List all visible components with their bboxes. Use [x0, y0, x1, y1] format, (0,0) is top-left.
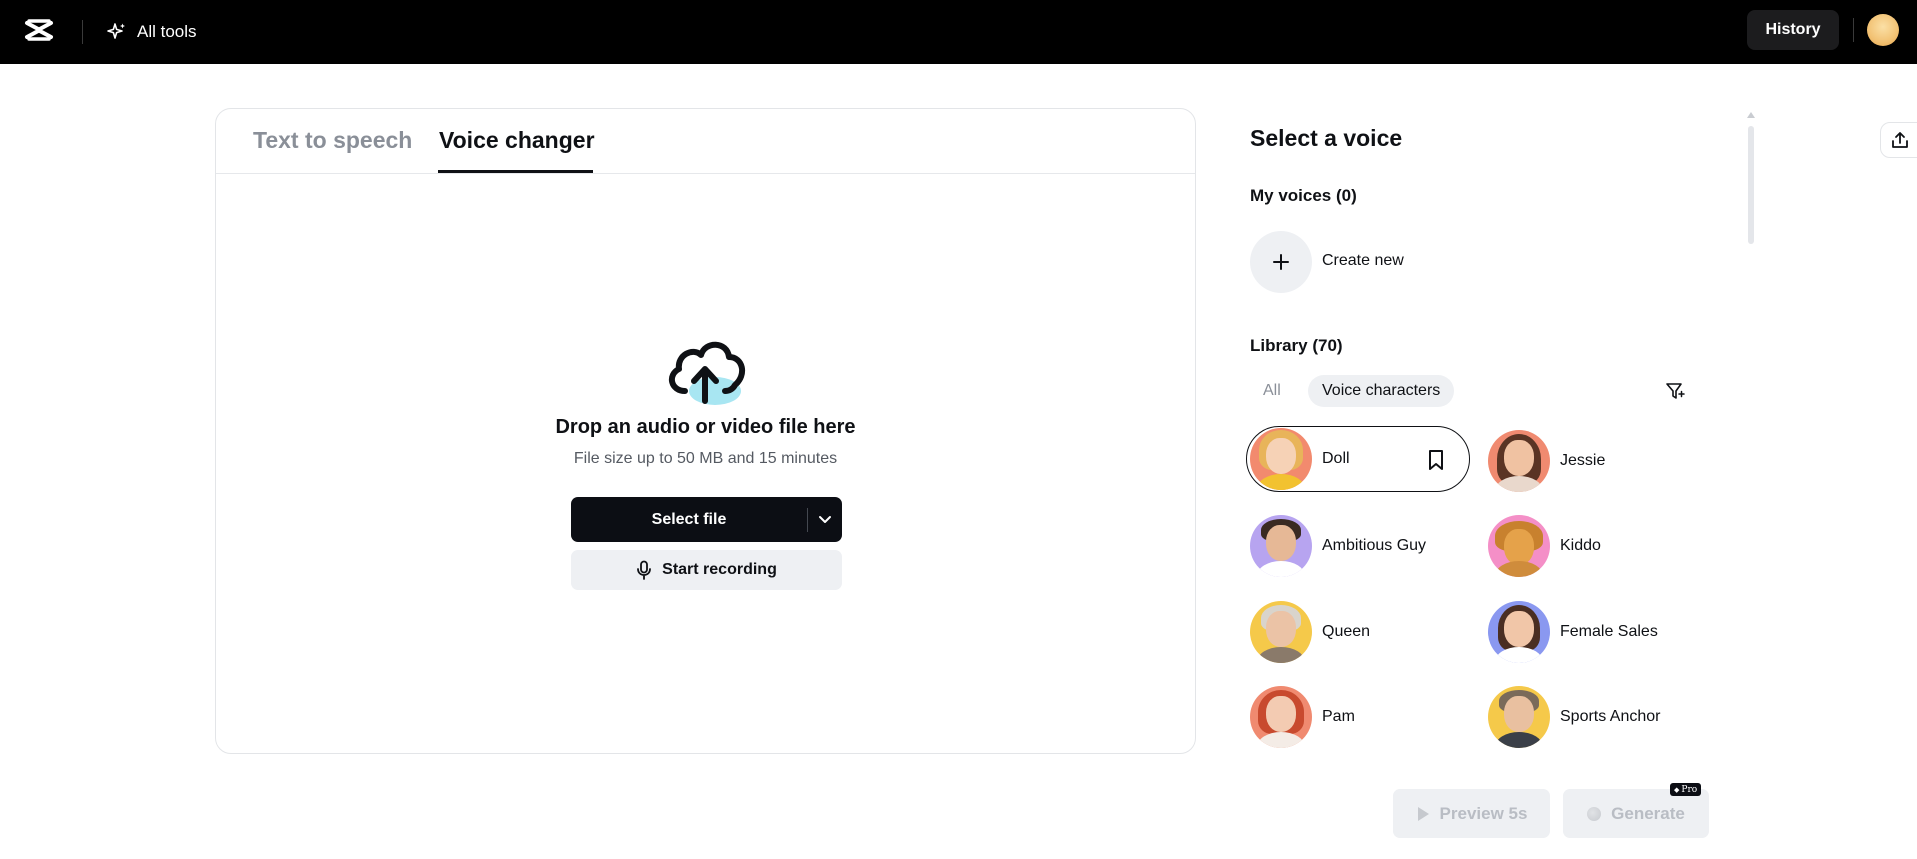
voice-name: Jessie — [1560, 452, 1606, 469]
voice-list-scrollbar[interactable] — [1748, 126, 1754, 244]
voice-item-ambitious-guy[interactable]: Ambitious Guy — [1250, 513, 1426, 579]
voice-name: Pam — [1322, 708, 1355, 725]
pro-badge-label: Pro — [1681, 784, 1698, 795]
filter-chip-voice-characters[interactable]: Voice characters — [1308, 375, 1455, 407]
microphone-icon — [637, 560, 652, 580]
preview-button[interactable]: Preview 5s — [1393, 789, 1550, 838]
voice-avatar — [1488, 430, 1550, 492]
history-button[interactable]: History — [1747, 10, 1839, 50]
create-new-label[interactable]: Create new — [1322, 252, 1404, 270]
voice-name: Ambitious Guy — [1322, 537, 1427, 554]
top-bar: All tools History — [0, 0, 1917, 64]
filter-chip-all[interactable]: All — [1253, 375, 1291, 407]
preview-label: Preview 5s — [1439, 803, 1528, 823]
select-file-label: Select file — [651, 510, 727, 528]
voice-avatar — [1488, 601, 1550, 663]
mode-tabs: Text to speech Voice changer — [216, 109, 1195, 174]
voice-avatar — [1488, 515, 1550, 577]
voice-avatar — [1250, 601, 1312, 663]
create-new-voice-button[interactable] — [1250, 231, 1312, 293]
plus-icon — [1273, 254, 1289, 270]
library-heading: Library (70) — [1250, 336, 1343, 355]
voice-item-doll[interactable]: Doll — [1246, 426, 1470, 492]
filter-icon[interactable] — [1664, 380, 1686, 402]
active-tab-indicator — [438, 170, 593, 173]
voice-item-kiddo[interactable]: Kiddo — [1488, 513, 1601, 579]
voice-name: Sports Anchor — [1560, 708, 1661, 725]
tab-voice-changer[interactable]: Voice changer — [439, 127, 595, 154]
scrollbar-up-arrow[interactable] — [1747, 112, 1755, 118]
play-icon — [1417, 806, 1429, 821]
voice-avatar — [1250, 428, 1312, 490]
tab-text-to-speech[interactable]: Text to speech — [253, 127, 412, 154]
voice-item-jessie[interactable]: Jessie — [1488, 428, 1605, 494]
pro-badge: ◆ Pro — [1670, 783, 1702, 796]
generate-button[interactable]: Generate — [1563, 789, 1709, 838]
voice-item-pam[interactable]: Pam — [1250, 684, 1355, 750]
side-upload-button[interactable] — [1880, 122, 1917, 158]
credit-coin-icon — [1587, 806, 1602, 821]
start-recording-button[interactable]: Start recording — [571, 550, 842, 590]
voice-name: Doll — [1322, 450, 1350, 467]
tray-upload-icon — [1892, 132, 1908, 148]
drop-subtitle: File size up to 50 MB and 15 minutes — [573, 450, 838, 467]
capcut-logo-icon[interactable] — [24, 16, 54, 46]
diamond-icon: ◆ — [1674, 785, 1680, 794]
voice-item-female-sales[interactable]: Female Sales — [1488, 599, 1658, 665]
cloud-upload-icon — [668, 341, 746, 405]
select-file-dropdown[interactable] — [808, 515, 842, 525]
all-tools-label: All tools — [137, 22, 197, 41]
drop-title: Drop an audio or video file here — [555, 416, 856, 438]
voice-name: Female Sales — [1560, 623, 1658, 640]
select-voice-title: Select a voice — [1250, 125, 1403, 151]
user-avatar[interactable] — [1867, 14, 1899, 46]
voice-avatar — [1250, 515, 1312, 577]
generate-label: Generate — [1611, 803, 1685, 823]
topbar-divider-right — [1853, 18, 1854, 42]
my-voices-heading: My voices (0) — [1250, 186, 1357, 205]
voice-item-queen[interactable]: Queen — [1250, 599, 1370, 665]
all-tools-button[interactable]: All tools — [107, 16, 197, 48]
voice-avatar — [1250, 686, 1312, 748]
voice-name: Kiddo — [1560, 537, 1601, 554]
voice-avatar — [1488, 686, 1550, 748]
bookmark-icon[interactable] — [1427, 449, 1445, 471]
voice-changer-card: Text to speech Voice changer Drop an aud… — [215, 108, 1196, 754]
topbar-divider — [82, 20, 83, 44]
chevron-down-icon — [819, 515, 831, 523]
select-file-button[interactable]: Select file — [571, 497, 842, 542]
start-recording-label: Start recording — [662, 561, 777, 578]
sparkle-icon — [107, 23, 125, 39]
voice-name: Queen — [1322, 623, 1371, 640]
voice-item-sports-anchor[interactable]: Sports Anchor — [1488, 684, 1661, 750]
